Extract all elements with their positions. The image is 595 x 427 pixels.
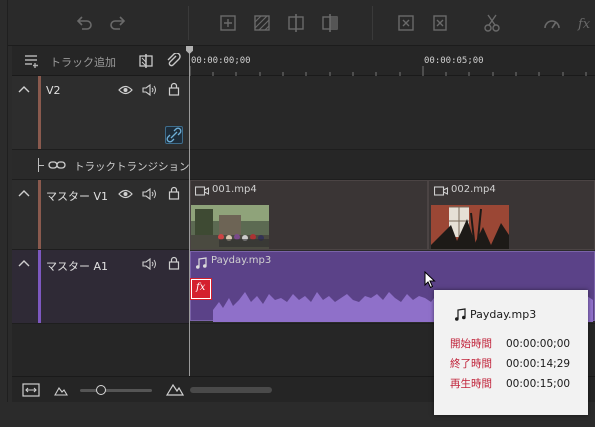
delete-icon[interactable]: [430, 13, 450, 33]
fx-badge[interactable]: fx: [190, 278, 212, 300]
add-marker-icon[interactable]: [218, 13, 238, 33]
collapse-caret-icon[interactable]: [18, 84, 30, 94]
duration-value: 00:00:15;00: [506, 378, 571, 390]
lock-icon[interactable]: [168, 256, 182, 270]
time-ruler[interactable]: 00:00:00;00 00:00:05;00: [190, 46, 595, 76]
clip-title: Payday.mp3: [211, 255, 272, 266]
lane-v2[interactable]: [190, 76, 595, 150]
eye-icon[interactable]: [118, 84, 133, 98]
lane-master-v1[interactable]: 001.mp4 002.mp4: [190, 180, 595, 250]
lock-icon[interactable]: [168, 82, 182, 96]
track-header-master-v1[interactable]: マスター V1: [12, 180, 190, 250]
mouse-cursor-icon: [424, 271, 436, 289]
start-time-label: 開始時間: [450, 338, 492, 350]
toolbar-separator: [372, 6, 373, 40]
timeline-toolbar: fx: [8, 0, 595, 46]
left-edge: [0, 0, 8, 427]
clip-title: 001.mp4: [212, 184, 257, 195]
eye-icon[interactable]: [118, 188, 133, 202]
collapse-caret-icon[interactable]: [18, 258, 30, 268]
track-name: V2: [46, 84, 61, 97]
undo-icon[interactable]: [74, 13, 94, 33]
clip-thumbnail: [191, 205, 269, 249]
video-clip[interactable]: 002.mp4: [428, 180, 595, 250]
lock-icon[interactable]: [168, 186, 182, 200]
lane-transition[interactable]: [190, 150, 595, 180]
fx-badge-label: fx: [196, 282, 206, 293]
split-icon[interactable]: [286, 13, 306, 33]
track-name: マスター V1: [46, 190, 109, 203]
start-time-value: 00:00:00;00: [506, 338, 571, 350]
track-color-stripe: [38, 76, 41, 149]
tooltip-end-row: 終了時間 00:00:14;29: [450, 356, 570, 371]
zoom-in-icon[interactable]: [166, 382, 184, 396]
crop-icon[interactable]: [320, 13, 340, 33]
track-color-stripe: [38, 250, 41, 323]
tree-line: [38, 165, 44, 166]
transparency-icon[interactable]: [252, 13, 272, 33]
tooltip-duration-row: 再生時間 00:00:15;00: [450, 376, 570, 391]
speed-icon[interactable]: [542, 13, 562, 33]
zoom-slider-handle[interactable]: [96, 385, 106, 395]
tooltip-title: Payday.mp3: [470, 308, 537, 321]
duration-label: 再生時間: [450, 378, 492, 390]
ruler-start-time: 00:00:00;00: [191, 56, 251, 66]
ruler-mid-time: 00:00:05;00: [424, 56, 484, 66]
add-track-label[interactable]: トラック追加: [50, 54, 116, 70]
redo-icon[interactable]: [108, 13, 128, 33]
end-time-label: 終了時間: [450, 358, 492, 370]
collapse-caret-icon[interactable]: [18, 188, 30, 198]
video-camera-icon: [195, 186, 209, 200]
chain-icon: [48, 159, 66, 173]
clip-title: 002.mp4: [451, 184, 496, 195]
track-link-icon[interactable]: [165, 126, 183, 144]
video-clip[interactable]: 001.mp4: [190, 180, 428, 250]
end-time-value: 00:00:14;29: [506, 358, 571, 370]
toolbar-separator: [188, 6, 189, 40]
speaker-icon[interactable]: [142, 258, 156, 272]
video-camera-icon: [434, 186, 448, 200]
cut-icon[interactable]: [482, 13, 502, 33]
music-note-icon: [195, 257, 207, 271]
zoom-slider-track[interactable]: [80, 389, 152, 392]
speaker-icon[interactable]: [142, 188, 156, 202]
tooltip-start-row: 開始時間 00:00:00;00: [450, 336, 570, 351]
fit-to-window-icon[interactable]: [22, 383, 40, 397]
link-clip-icon[interactable]: [166, 53, 181, 67]
track-color-stripe: [38, 180, 41, 249]
clip-thumbnail: [431, 205, 509, 249]
add-track-row: トラック追加: [12, 46, 190, 76]
zoom-out-icon[interactable]: [54, 384, 68, 398]
svg-text:fx: fx: [577, 17, 591, 32]
track-header-panel: トラック追加 V2 トラックトランジション マスター V1 マスター A1: [12, 46, 190, 376]
horizontal-scrollbar[interactable]: [190, 387, 272, 393]
freeze-frame-icon[interactable]: [396, 13, 416, 33]
snap-icon[interactable]: [138, 53, 153, 68]
fx-icon[interactable]: fx: [576, 13, 595, 33]
track-name: マスター A1: [46, 260, 109, 273]
speaker-icon[interactable]: [142, 84, 156, 98]
add-track-icon[interactable]: [24, 54, 38, 68]
track-header-transition[interactable]: トラックトランジション: [12, 150, 190, 180]
music-note-icon: [454, 308, 466, 322]
track-name: トラックトランジション: [74, 161, 190, 173]
track-header-master-a1[interactable]: マスター A1: [12, 250, 190, 324]
clip-info-tooltip: Payday.mp3 開始時間 00:00:00;00 終了時間 00:00:14;…: [434, 290, 588, 415]
playhead[interactable]: [189, 46, 190, 376]
ruler-ticks: [190, 66, 587, 76]
track-header-v2[interactable]: V2: [12, 76, 190, 150]
